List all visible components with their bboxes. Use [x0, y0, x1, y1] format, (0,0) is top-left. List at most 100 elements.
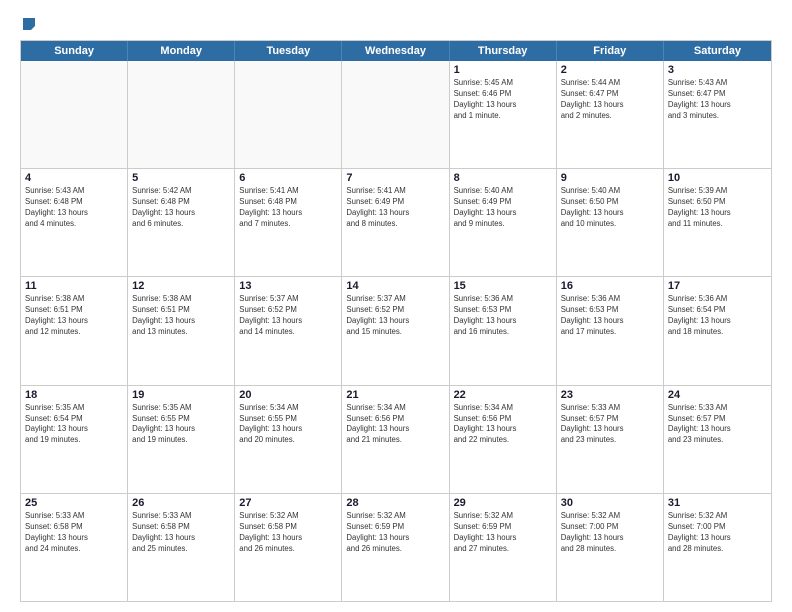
day-number: 15: [454, 280, 552, 292]
day-details: Sunrise: 5:35 AM Sunset: 6:55 PM Dayligh…: [132, 403, 230, 447]
day-number: 14: [346, 280, 444, 292]
calendar-week-2: 4 Sunrise: 5:43 AM Sunset: 6:48 PM Daylig…: [21, 169, 771, 277]
day-number: 9: [561, 172, 659, 184]
calendar-week-1: 1 Sunrise: 5:45 AM Sunset: 6:46 PM Daylig…: [21, 61, 771, 169]
day-number: 5: [132, 172, 230, 184]
calendar-week-4: 18 Sunrise: 5:35 AM Sunset: 6:54 PM Dayli…: [21, 386, 771, 494]
calendar-header-monday: Monday: [128, 41, 235, 61]
day-details: Sunrise: 5:32 AM Sunset: 6:59 PM Dayligh…: [454, 511, 552, 555]
page: SundayMondayTuesdayWednesdayThursdayFrid…: [0, 0, 792, 612]
calendar-day-30: 30 Sunrise: 5:32 AM Sunset: 7:00 PM Dayli…: [557, 494, 664, 601]
calendar-day-26: 26Sunrise: 5:33 AM Sunset: 6:58 PM Dayli…: [128, 494, 235, 601]
calendar-day-14: 14 Sunrise: 5:37 AM Sunset: 6:52 PM Dayli…: [342, 277, 449, 384]
day-number: 17: [668, 280, 767, 292]
day-details: Sunrise: 5:44 AM Sunset: 6:47 PM Dayligh…: [561, 78, 659, 122]
day-number: 29: [454, 497, 552, 509]
day-details: Sunrise: 5:33 AM Sunset: 6:57 PM Dayligh…: [668, 403, 767, 447]
day-number: 31: [668, 497, 767, 509]
day-number: 24: [668, 389, 767, 401]
day-details: Sunrise: 5:34 AM Sunset: 6:56 PM Dayligh…: [454, 403, 552, 447]
calendar-day-8: 8 Sunrise: 5:40 AM Sunset: 6:49 PM Daylig…: [450, 169, 557, 276]
day-number: 8: [454, 172, 552, 184]
calendar-empty-cell: [128, 61, 235, 168]
day-details: Sunrise: 5:35 AM Sunset: 6:54 PM Dayligh…: [25, 403, 123, 447]
calendar-day-28: 28 Sunrise: 5:32 AM Sunset: 6:59 PM Dayli…: [342, 494, 449, 601]
day-details: Sunrise: 5:32 AM Sunset: 6:59 PM Dayligh…: [346, 511, 444, 555]
day-number: 7: [346, 172, 444, 184]
calendar-header-row: SundayMondayTuesdayWednesdayThursdayFrid…: [21, 41, 771, 61]
day-details: Sunrise: 5:36 AM Sunset: 6:53 PM Dayligh…: [561, 294, 659, 338]
day-details: Sunrise: 5:33 AM Sunset: 6:57 PM Dayligh…: [561, 403, 659, 447]
calendar-header-sunday: Sunday: [21, 41, 128, 61]
day-number: 20: [239, 389, 337, 401]
calendar-day-25: 25Sunrise: 5:33 AM Sunset: 6:58 PM Dayli…: [21, 494, 128, 601]
day-details: Sunrise: 5:34 AM Sunset: 6:56 PM Dayligh…: [346, 403, 444, 447]
calendar-day-20: 20 Sunrise: 5:34 AM Sunset: 6:55 PM Dayli…: [235, 386, 342, 493]
calendar-body: 1 Sunrise: 5:45 AM Sunset: 6:46 PM Daylig…: [21, 61, 771, 601]
day-number: 28: [346, 497, 444, 509]
day-number: 1: [454, 64, 552, 76]
day-number: 13: [239, 280, 337, 292]
logo-triangle-icon: [21, 16, 37, 32]
day-number: 23: [561, 389, 659, 401]
day-details: Sunrise: 5:32 AM Sunset: 7:00 PM Dayligh…: [561, 511, 659, 555]
day-details: Sunrise: 5:32 AM Sunset: 7:00 PM Dayligh…: [668, 511, 767, 555]
day-details: Sunrise: 5:37 AM Sunset: 6:52 PM Dayligh…: [346, 294, 444, 338]
calendar-day-19: 19 Sunrise: 5:35 AM Sunset: 6:55 PM Dayli…: [128, 386, 235, 493]
day-details: Sunrise: 5:33 AM Sunset: 6:58 PM Dayligh…: [25, 511, 123, 555]
calendar-day-29: 29 Sunrise: 5:32 AM Sunset: 6:59 PM Dayli…: [450, 494, 557, 601]
calendar-header-saturday: Saturday: [664, 41, 771, 61]
calendar-day-3: 3Sunrise: 5:43 AM Sunset: 6:47 PM Daylig…: [664, 61, 771, 168]
day-number: 21: [346, 389, 444, 401]
calendar-day-18: 18 Sunrise: 5:35 AM Sunset: 6:54 PM Dayli…: [21, 386, 128, 493]
day-number: 22: [454, 389, 552, 401]
day-details: Sunrise: 5:45 AM Sunset: 6:46 PM Dayligh…: [454, 78, 552, 122]
day-number: 2: [561, 64, 659, 76]
day-details: Sunrise: 5:40 AM Sunset: 6:50 PM Dayligh…: [561, 186, 659, 230]
day-details: Sunrise: 5:36 AM Sunset: 6:54 PM Dayligh…: [668, 294, 767, 338]
calendar-day-9: 9 Sunrise: 5:40 AM Sunset: 6:50 PM Daylig…: [557, 169, 664, 276]
day-number: 12: [132, 280, 230, 292]
calendar-empty-cell: [342, 61, 449, 168]
day-details: Sunrise: 5:41 AM Sunset: 6:48 PM Dayligh…: [239, 186, 337, 230]
day-number: 6: [239, 172, 337, 184]
calendar-week-5: 25Sunrise: 5:33 AM Sunset: 6:58 PM Dayli…: [21, 494, 771, 601]
day-number: 10: [668, 172, 767, 184]
calendar-empty-cell: [235, 61, 342, 168]
day-details: Sunrise: 5:34 AM Sunset: 6:55 PM Dayligh…: [239, 403, 337, 447]
calendar-day-5: 5Sunrise: 5:42 AM Sunset: 6:48 PM Daylig…: [128, 169, 235, 276]
calendar-day-21: 21 Sunrise: 5:34 AM Sunset: 6:56 PM Dayli…: [342, 386, 449, 493]
day-details: Sunrise: 5:36 AM Sunset: 6:53 PM Dayligh…: [454, 294, 552, 338]
calendar-day-7: 7 Sunrise: 5:41 AM Sunset: 6:49 PM Daylig…: [342, 169, 449, 276]
day-number: 18: [25, 389, 123, 401]
day-details: Sunrise: 5:40 AM Sunset: 6:49 PM Dayligh…: [454, 186, 552, 230]
logo: [20, 16, 37, 32]
calendar-day-2: 2 Sunrise: 5:44 AM Sunset: 6:47 PM Daylig…: [557, 61, 664, 168]
day-number: 16: [561, 280, 659, 292]
day-details: Sunrise: 5:43 AM Sunset: 6:47 PM Dayligh…: [668, 78, 767, 122]
day-details: Sunrise: 5:43 AM Sunset: 6:48 PM Dayligh…: [25, 186, 123, 230]
day-number: 30: [561, 497, 659, 509]
day-details: Sunrise: 5:32 AM Sunset: 6:58 PM Dayligh…: [239, 511, 337, 555]
day-number: 27: [239, 497, 337, 509]
day-number: 19: [132, 389, 230, 401]
calendar-day-4: 4 Sunrise: 5:43 AM Sunset: 6:48 PM Daylig…: [21, 169, 128, 276]
calendar-day-24: 24 Sunrise: 5:33 AM Sunset: 6:57 PM Dayli…: [664, 386, 771, 493]
day-number: 4: [25, 172, 123, 184]
calendar-week-3: 11 Sunrise: 5:38 AM Sunset: 6:51 PM Dayli…: [21, 277, 771, 385]
day-details: Sunrise: 5:41 AM Sunset: 6:49 PM Dayligh…: [346, 186, 444, 230]
calendar-day-6: 6 Sunrise: 5:41 AM Sunset: 6:48 PM Daylig…: [235, 169, 342, 276]
calendar-header-wednesday: Wednesday: [342, 41, 449, 61]
calendar-day-27: 27 Sunrise: 5:32 AM Sunset: 6:58 PM Dayli…: [235, 494, 342, 601]
calendar-header-thursday: Thursday: [450, 41, 557, 61]
page-header: [20, 16, 772, 32]
calendar-day-1: 1 Sunrise: 5:45 AM Sunset: 6:46 PM Daylig…: [450, 61, 557, 168]
calendar-day-13: 13Sunrise: 5:37 AM Sunset: 6:52 PM Dayli…: [235, 277, 342, 384]
calendar-day-23: 23 Sunrise: 5:33 AM Sunset: 6:57 PM Dayli…: [557, 386, 664, 493]
day-details: Sunrise: 5:39 AM Sunset: 6:50 PM Dayligh…: [668, 186, 767, 230]
day-details: Sunrise: 5:38 AM Sunset: 6:51 PM Dayligh…: [132, 294, 230, 338]
calendar-day-31: 31 Sunrise: 5:32 AM Sunset: 7:00 PM Dayli…: [664, 494, 771, 601]
day-number: 11: [25, 280, 123, 292]
day-details: Sunrise: 5:33 AM Sunset: 6:58 PM Dayligh…: [132, 511, 230, 555]
calendar-day-22: 22 Sunrise: 5:34 AM Sunset: 6:56 PM Dayli…: [450, 386, 557, 493]
